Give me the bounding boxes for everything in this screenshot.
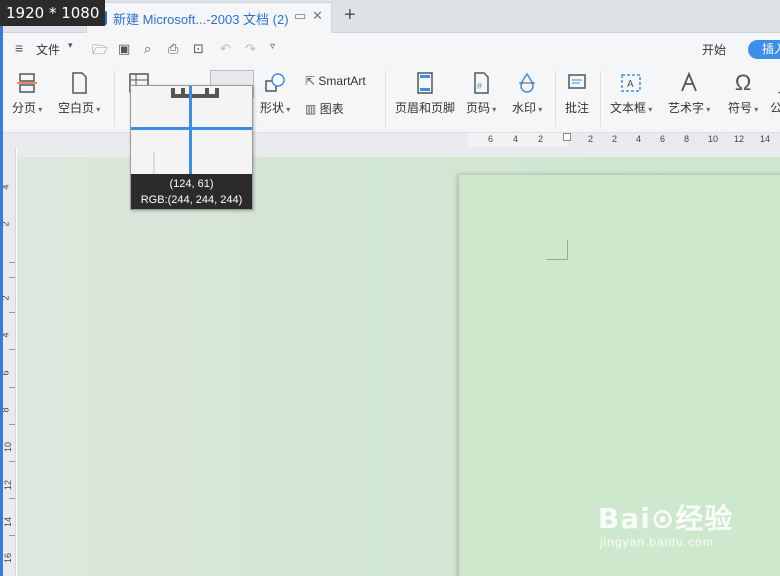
crosshair-vertical	[189, 86, 192, 174]
symbol-button[interactable]: Ω 符号	[728, 71, 758, 116]
ruler-tick-label: 2	[612, 134, 618, 144]
print-preview-icon[interactable]: ⊡	[193, 41, 204, 57]
monitor-icon[interactable]: ▭	[294, 8, 306, 24]
smartart-icon: ⇱	[305, 74, 316, 88]
indent-marker[interactable]	[563, 133, 571, 141]
search-icon[interactable]: ⌕	[144, 41, 151, 57]
ruler-tick-label: 16	[3, 552, 14, 564]
shape-icon	[265, 73, 285, 92]
svg-text:#: #	[477, 81, 482, 91]
ruler-tick-label: 4	[513, 134, 519, 144]
header-footer-button[interactable]: 页眉和页脚	[395, 71, 455, 116]
magnifier-info: (124, 61) RGB:(244, 244, 244)	[131, 174, 252, 209]
customize-toolbar-chevron-icon[interactable]: ▿	[270, 41, 275, 52]
resolution-badge: 1920 * 1080	[0, 0, 106, 26]
wordart-label: 艺术字	[668, 101, 710, 115]
quick-access-bar: ≡ 文件 ▾ 🗁 ▣ ⌕ ⎙ ⊡ ↶ ↷ ▿ 开始 插入	[0, 33, 780, 65]
symbol-label: 符号	[728, 101, 758, 115]
screen-capture-border	[0, 0, 3, 576]
page-number-label: 页码	[466, 101, 496, 115]
smartart-label: SmartArt	[318, 74, 366, 88]
omega-icon: Ω	[734, 70, 752, 95]
new-tab-button[interactable]: +	[344, 4, 356, 27]
file-menu[interactable]: 文件	[36, 41, 60, 58]
wordart-icon	[681, 71, 697, 92]
comment-label: 批注	[565, 101, 590, 115]
blank-page-icon	[72, 72, 87, 94]
watermark-brand: Bai⊙经验	[598, 502, 734, 535]
chart-label: 图表	[319, 102, 344, 116]
save-icon[interactable]: ▣	[118, 41, 130, 57]
ruler-tick-label: 6	[660, 134, 666, 144]
watermark-button[interactable]: 水印	[512, 71, 542, 116]
shape-label: 形状	[260, 101, 290, 115]
tab-bar: 1920 * 1080 W 新建 Microsoft...-2003 文档 (2…	[0, 0, 780, 33]
blank-page-button[interactable]: 空白页	[58, 71, 100, 116]
header-footer-icon	[417, 72, 433, 94]
print-icon[interactable]: ⎙	[168, 41, 178, 57]
smartart-button[interactable]: ⇱ SmartArt	[305, 74, 366, 88]
page-break-button[interactable]: 分页	[12, 71, 42, 116]
formula-label: 公	[770, 101, 780, 115]
open-folder-icon[interactable]: 🗁	[92, 41, 108, 63]
hamburger-menu-icon[interactable]: ≡	[15, 40, 23, 56]
margin-corner-mark	[546, 240, 568, 260]
redo-icon[interactable]: ↷	[245, 41, 256, 57]
wordart-button[interactable]: 艺术字	[668, 71, 710, 116]
ribbon-separator	[600, 71, 601, 127]
insert-ribbon: 分页 空白页 表 形状 ⇱ SmartArt ▥ 图表 页眉和页脚 # 页码 水…	[0, 65, 780, 133]
watermark-icon	[519, 72, 536, 93]
screenshot-magnifier: (124, 61) RGB:(244, 244, 244)	[130, 85, 253, 210]
watermark-url: jingyan.baidu.com	[600, 535, 714, 549]
chart-icon: ▥	[305, 102, 317, 116]
ribbon-separator	[385, 71, 386, 127]
page-break-label: 分页	[12, 101, 42, 115]
page-break-icon	[17, 73, 38, 93]
formula-icon: ∫	[770, 71, 780, 95]
ruler-tick-label: 12	[3, 479, 14, 491]
textbox-button[interactable]: A 文本框	[610, 71, 652, 116]
tab-home[interactable]: 开始	[702, 41, 726, 58]
comment-button[interactable]: 批注	[565, 71, 589, 116]
ruler-tick-label: 6	[488, 134, 494, 144]
ruler-tick-label: 10	[3, 441, 14, 453]
document-tab-title: 新建 Microsoft...-2003 文档 (2)	[113, 11, 289, 27]
ruler-tick-label: 2	[588, 134, 594, 144]
comment-icon	[568, 74, 586, 89]
ruler-tick-label: 14	[760, 134, 771, 144]
page-number-button[interactable]: # 页码	[466, 71, 496, 116]
tab-insert[interactable]: 插入	[748, 40, 780, 59]
textbox-icon: A	[621, 74, 641, 92]
textbox-label: 文本框	[610, 101, 652, 115]
horizontal-ruler[interactable]: 6 4 2 2 2 4 6 8 10 12 14	[0, 133, 780, 147]
page-number-icon: #	[474, 72, 489, 94]
file-menu-chevron-down-icon[interactable]: ▾	[68, 40, 73, 51]
ruler-tick-label: 8	[684, 134, 690, 144]
ruler-tick-label: 4	[636, 134, 642, 144]
header-footer-label: 页眉和页脚	[395, 101, 456, 115]
ruler-tick-label: 10	[708, 134, 719, 144]
chart-button[interactable]: ▥ 图表	[305, 100, 344, 117]
undo-icon[interactable]: ↶	[220, 41, 231, 57]
cursor-coordinates: (124, 61)	[169, 178, 214, 190]
ruler-tick-label: 2	[538, 134, 544, 144]
ruler-tick-label: 12	[734, 134, 745, 144]
pixel-rgb-value: RGB:(244, 244, 244)	[140, 194, 243, 206]
watermark-label: 水印	[512, 101, 542, 115]
close-tab-icon[interactable]: ✕	[312, 8, 323, 24]
baidu-jingyan-watermark: Bai⊙经验 jingyan.baidu.com	[598, 497, 734, 549]
formula-button[interactable]: ∫ 公	[770, 71, 780, 116]
shape-button[interactable]: 形状	[260, 71, 290, 116]
ruler-tick-label: 14	[3, 516, 14, 528]
magnified-icon-fragment	[171, 88, 219, 98]
ribbon-separator	[114, 71, 115, 127]
svg-text:A: A	[627, 79, 634, 90]
ribbon-separator	[555, 71, 556, 127]
blank-page-label: 空白页	[58, 101, 100, 115]
